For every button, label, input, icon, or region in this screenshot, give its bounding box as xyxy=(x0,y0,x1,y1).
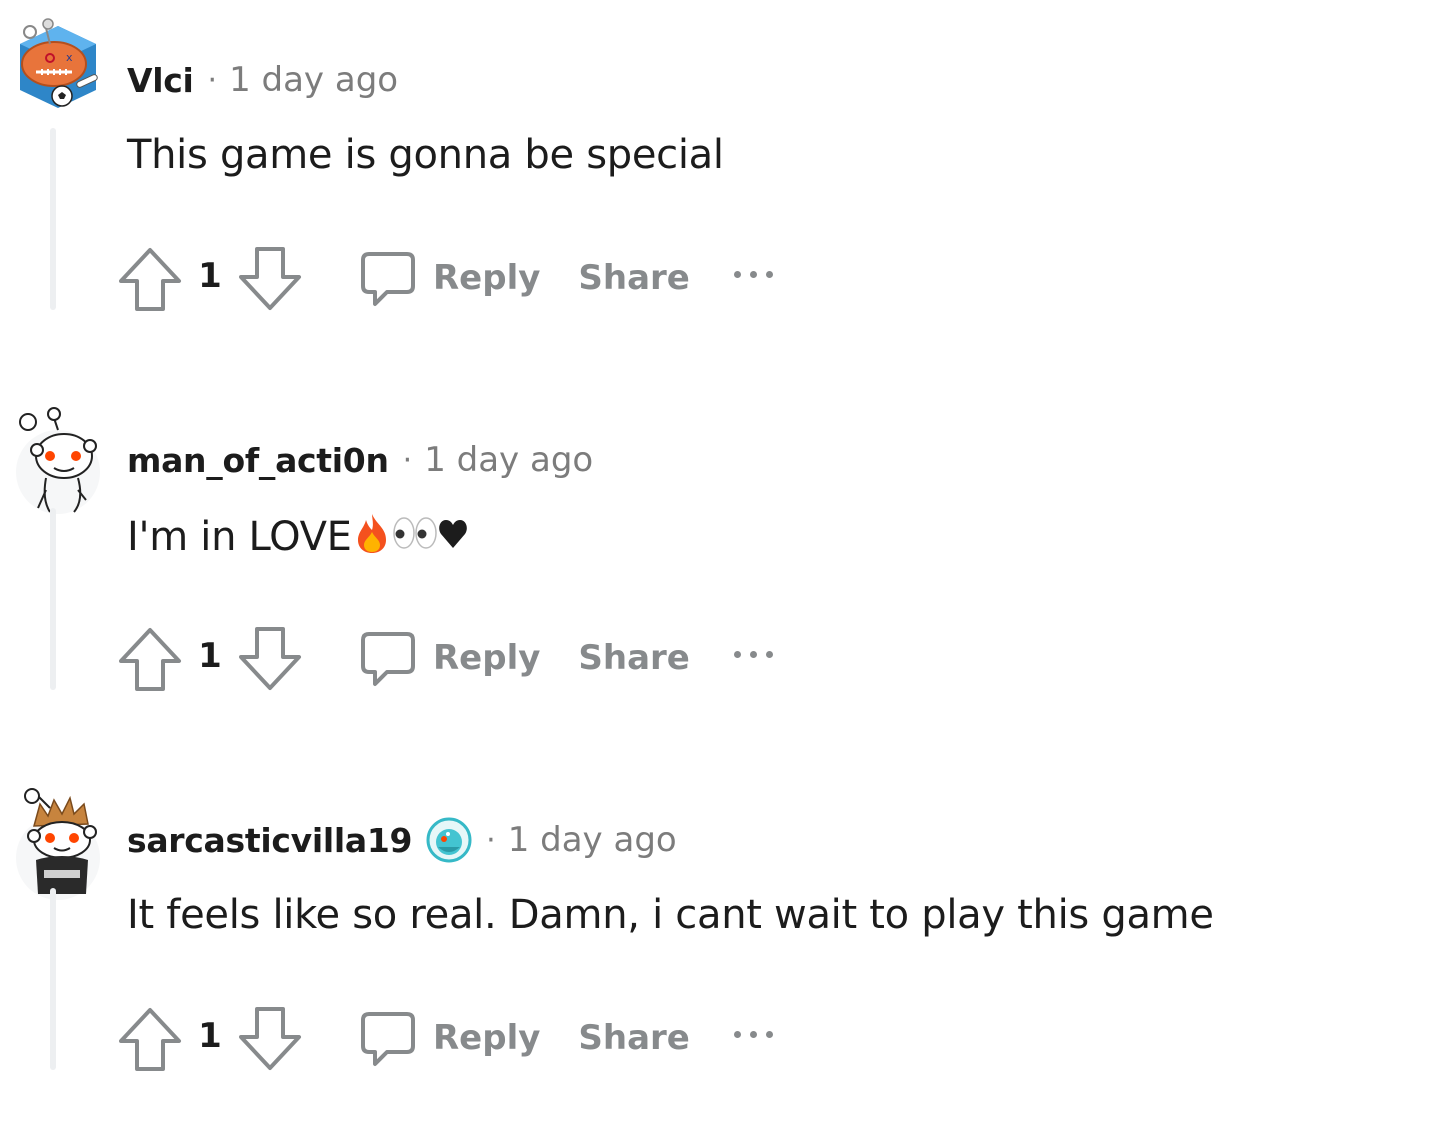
thread-line[interactable] xyxy=(50,888,56,1070)
meta-separator: · xyxy=(402,442,413,478)
vote-score: 1 xyxy=(198,256,222,296)
reply-button[interactable]: Reply xyxy=(357,626,540,692)
dot-icon xyxy=(733,1030,741,1038)
heart-emoji xyxy=(438,520,467,548)
share-button[interactable]: Share xyxy=(578,1018,689,1058)
dot-icon xyxy=(749,270,757,278)
comment-bubble-icon xyxy=(361,1012,415,1066)
upvote-icon[interactable] xyxy=(115,244,185,314)
snoo-flair-badge-icon xyxy=(426,817,472,863)
comment-actions: 1 Reply Share xyxy=(115,1000,773,1078)
comment: sarcasticvilla19 · 1 day ago It feels li… xyxy=(0,760,1440,1140)
user-avatar[interactable] xyxy=(12,760,104,900)
upvote-icon[interactable] xyxy=(115,624,185,694)
dot-icon xyxy=(765,270,773,278)
user-avatar[interactable]: x xyxy=(12,0,104,112)
username[interactable]: sarcasticvilla19 xyxy=(127,821,412,860)
comment-bubble-icon xyxy=(361,632,415,686)
fire-emoji xyxy=(357,514,386,553)
user-avatar[interactable] xyxy=(12,380,104,514)
dot-icon xyxy=(765,1030,773,1038)
reply-label: Reply xyxy=(433,1018,541,1058)
reply-label: Reply xyxy=(433,258,541,298)
downvote-icon[interactable] xyxy=(235,244,305,314)
more-options-button[interactable] xyxy=(733,259,773,289)
dot-icon xyxy=(733,650,741,658)
comment-meta: man_of_acti0n · 1 day ago xyxy=(127,438,593,482)
timestamp[interactable]: 1 day ago xyxy=(508,820,677,860)
football-snoo-avatar-icon: x xyxy=(20,18,98,108)
comment-meta: Vlci · 1 day ago xyxy=(127,58,398,102)
username[interactable]: Vlci xyxy=(127,61,194,100)
comment: x Vlci · 1 day ago This game is gonna be… xyxy=(0,0,1440,380)
thread-line[interactable] xyxy=(50,508,56,690)
dot-icon xyxy=(733,270,741,278)
reply-label: Reply xyxy=(433,638,541,678)
dot-icon xyxy=(749,650,757,658)
comment: man_of_acti0n · 1 day ago I'm in LOVE 1 xyxy=(0,380,1440,760)
reply-button[interactable]: Reply xyxy=(357,1006,540,1072)
meta-separator: · xyxy=(207,62,218,98)
share-button[interactable]: Share xyxy=(578,258,689,298)
share-button[interactable]: Share xyxy=(578,638,689,678)
svg-text:x: x xyxy=(66,51,73,64)
default-snoo-avatar-icon xyxy=(16,407,100,514)
upvote-icon[interactable] xyxy=(115,1004,185,1074)
comment-actions: 1 Reply Share xyxy=(115,240,773,318)
reply-button[interactable]: Reply xyxy=(357,246,540,312)
comment-meta: sarcasticvilla19 · 1 day ago xyxy=(127,817,677,863)
spiky-hair-snoo-avatar-icon xyxy=(16,788,100,900)
thread-line[interactable] xyxy=(50,128,56,310)
downvote-icon[interactable] xyxy=(235,624,305,694)
timestamp[interactable]: 1 day ago xyxy=(424,440,593,480)
timestamp[interactable]: 1 day ago xyxy=(229,60,398,100)
vote-score: 1 xyxy=(198,636,222,676)
comment-body: I'm in LOVE xyxy=(127,512,468,560)
comment-actions: 1 Reply Share xyxy=(115,620,773,698)
downvote-icon[interactable] xyxy=(235,1004,305,1074)
username[interactable]: man_of_acti0n xyxy=(127,441,389,480)
more-options-button[interactable] xyxy=(733,639,773,669)
comment-body: It feels like so real. Damn, i cant wait… xyxy=(127,892,1214,938)
more-options-button[interactable] xyxy=(733,1019,773,1049)
comment-bubble-icon xyxy=(361,252,415,306)
vote-score: 1 xyxy=(198,1016,222,1056)
meta-separator: · xyxy=(486,822,496,858)
dot-icon xyxy=(749,1030,757,1038)
dot-icon xyxy=(765,650,773,658)
comment-body-text: I'm in LOVE xyxy=(127,514,352,560)
comment-body: This game is gonna be special xyxy=(127,132,724,178)
eyes-emoji xyxy=(392,517,437,549)
